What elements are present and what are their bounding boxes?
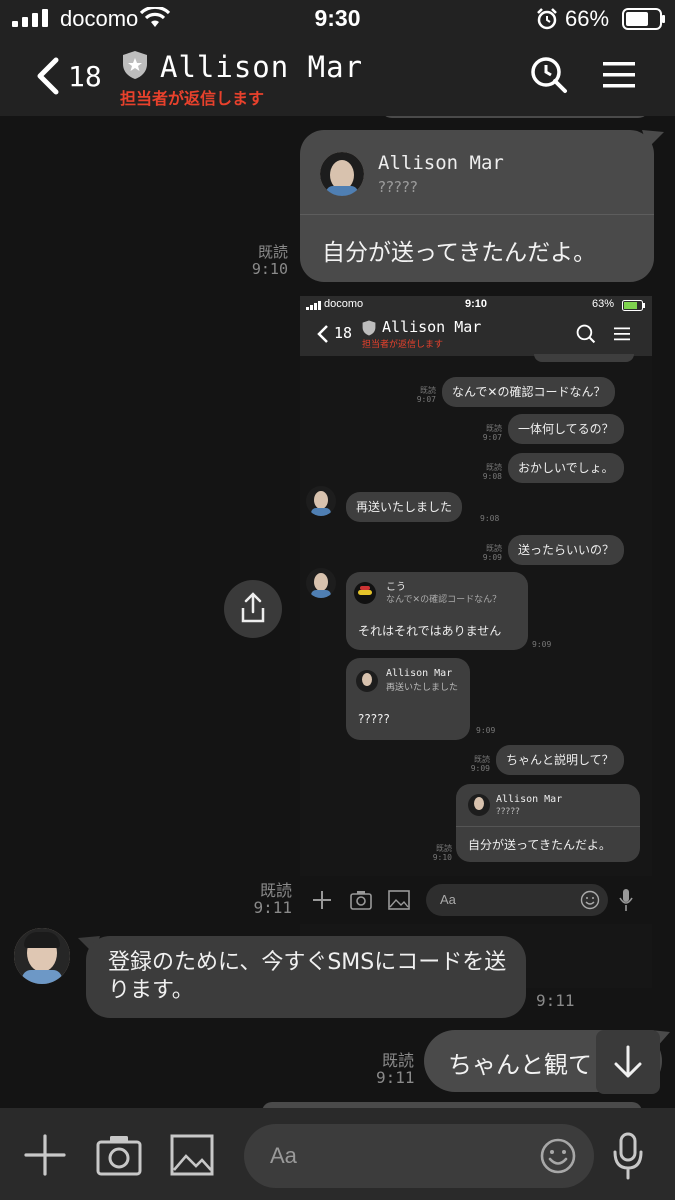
shot-message-time: 9:09 (532, 640, 552, 649)
reply-card-bubble[interactable]: Allison Mar ????? 自分が送ってきたんだよ。 (300, 130, 654, 282)
shield-icon (362, 320, 376, 336)
shot-message: 送ったらいいの？ (508, 535, 625, 565)
clipped-message-bubble (534, 354, 634, 362)
shot-avatar (306, 486, 336, 516)
message-text: 登録のために、今すぐSMSにコードを送ります。 (108, 950, 507, 1003)
search-icon (576, 324, 596, 344)
scroll-to-bottom-button[interactable] (596, 1030, 660, 1094)
shot-count: 18 (334, 324, 353, 342)
timestamp: 9:10 (251, 260, 288, 278)
shot-message-meta: 既読 9:09 (470, 755, 490, 773)
shot-reply-card: Allison Mar 再送いたしました ????? (346, 658, 470, 740)
header-subtitle: 担当者が返信します (120, 89, 265, 108)
shot-status-bar: docomo 9:10 63% (300, 296, 652, 314)
chat-area[interactable]: Allison Mar ????? 自分が送ってきたんだよ。 既読 9:10 d… (0, 116, 675, 1108)
shot-message-meta: 既読 9:08 (482, 463, 502, 481)
battery-icon (622, 300, 645, 311)
shot-avatar (306, 568, 336, 598)
shot-message: ちゃんと説明して？ (496, 745, 624, 775)
message-input-box[interactable] (244, 1124, 594, 1188)
shot-name: Allison Mar (382, 318, 482, 336)
scroll-down-icon (614, 1045, 642, 1078)
emoji-icon (580, 890, 600, 910)
battery-percent: 66% (565, 6, 610, 31)
message-meta: 既読 9:10 (248, 244, 288, 278)
clipped-message-bubble[interactable] (380, 116, 650, 118)
contact-avatar[interactable] (14, 928, 70, 984)
bubble-tail (642, 130, 664, 148)
read-receipt: 既読 (257, 243, 288, 261)
back-chevron-icon[interactable] (34, 56, 62, 96)
mic-icon (619, 889, 633, 911)
contact-name: Allison Mar (160, 50, 364, 84)
mic-icon[interactable] (612, 1132, 644, 1180)
incoming-message-bubble[interactable]: 登録のために、今すぐSMSにコードを送ります。 (86, 936, 526, 1018)
shot-message: 一体何してるの？ (508, 414, 624, 444)
chat-header: 18 Allison Mar 担当者が返信します (0, 36, 675, 116)
timestamp: 9:11 (376, 1068, 415, 1087)
quoted-text: ????? (378, 178, 418, 196)
shot-subtitle: 担当者が返信します (362, 340, 444, 350)
read-receipt: 既読 (381, 1051, 414, 1070)
alarm-icon (537, 8, 557, 30)
timestamp: 9:11 (536, 991, 575, 1010)
image-icon (388, 890, 410, 910)
message-text: ちゃんと観て (448, 1051, 592, 1079)
shield-icon (123, 51, 147, 79)
emoji-icon[interactable] (540, 1138, 576, 1174)
shot-message: なんで✕の確認コードなん？ (442, 377, 616, 407)
read-receipt: 既読 (259, 881, 292, 900)
message-meta: 既読 9:11 (376, 1051, 415, 1087)
image-icon[interactable] (170, 1134, 214, 1176)
shot-message-time: 9:08 (480, 514, 500, 523)
menu-icon (614, 327, 630, 341)
quote-divider (300, 214, 654, 215)
camera-icon (350, 891, 372, 910)
plus-icon[interactable] (24, 1134, 66, 1176)
shot-message-meta: 既読 9:09 (482, 544, 502, 562)
quoted-avatar (320, 152, 364, 196)
share-icon (241, 592, 265, 623)
shot-message-meta: 既読 9:07 (482, 424, 502, 442)
shot-reply-card: Allison Mar ????? 自分が送ってきたんだよ。 (456, 784, 640, 862)
message-meta: 既読 9:11 (252, 882, 292, 916)
shot-battery-percent: 63% (592, 298, 615, 310)
shot-message-meta: 既読 9:10 (432, 844, 452, 862)
menu-icon[interactable] (603, 60, 635, 90)
camera-icon[interactable] (96, 1134, 142, 1176)
shot-reply-card: こう なんで✕の確認コードなん？ それはそれではありません (346, 572, 528, 650)
unread-count[interactable]: 18 (68, 60, 102, 93)
shot-message-meta: 既読 9:07 (416, 386, 436, 404)
message-input-bar (0, 1108, 675, 1200)
share-button[interactable] (224, 580, 282, 638)
search-icon[interactable] (530, 56, 568, 94)
shot-message: 再送いたしました (346, 492, 463, 522)
shot-message: おかしいでしょ。 (508, 453, 624, 483)
shot-quoted-avatar (356, 670, 378, 692)
shot-quoted-avatar (468, 794, 490, 816)
quoted-sender: Allison Mar (378, 152, 504, 174)
timestamp: 9:11 (253, 898, 292, 917)
screenshot-input-box: Aa (426, 884, 608, 916)
screenshot-input-bar: Aa (300, 876, 652, 924)
status-bar: docomo 9:30 66% (0, 0, 675, 36)
shot-message-time: 9:09 (476, 726, 496, 735)
message-text: 自分が送ってきたんだよ。 (322, 240, 597, 266)
battery-icon (622, 8, 665, 30)
shot-quoted-avatar (354, 582, 376, 604)
shot-header: 18 Allison Mar 担当者が返信します (300, 314, 652, 356)
back-chevron-icon (317, 325, 328, 343)
message-input[interactable] (270, 1138, 520, 1174)
plus-icon (313, 891, 331, 909)
